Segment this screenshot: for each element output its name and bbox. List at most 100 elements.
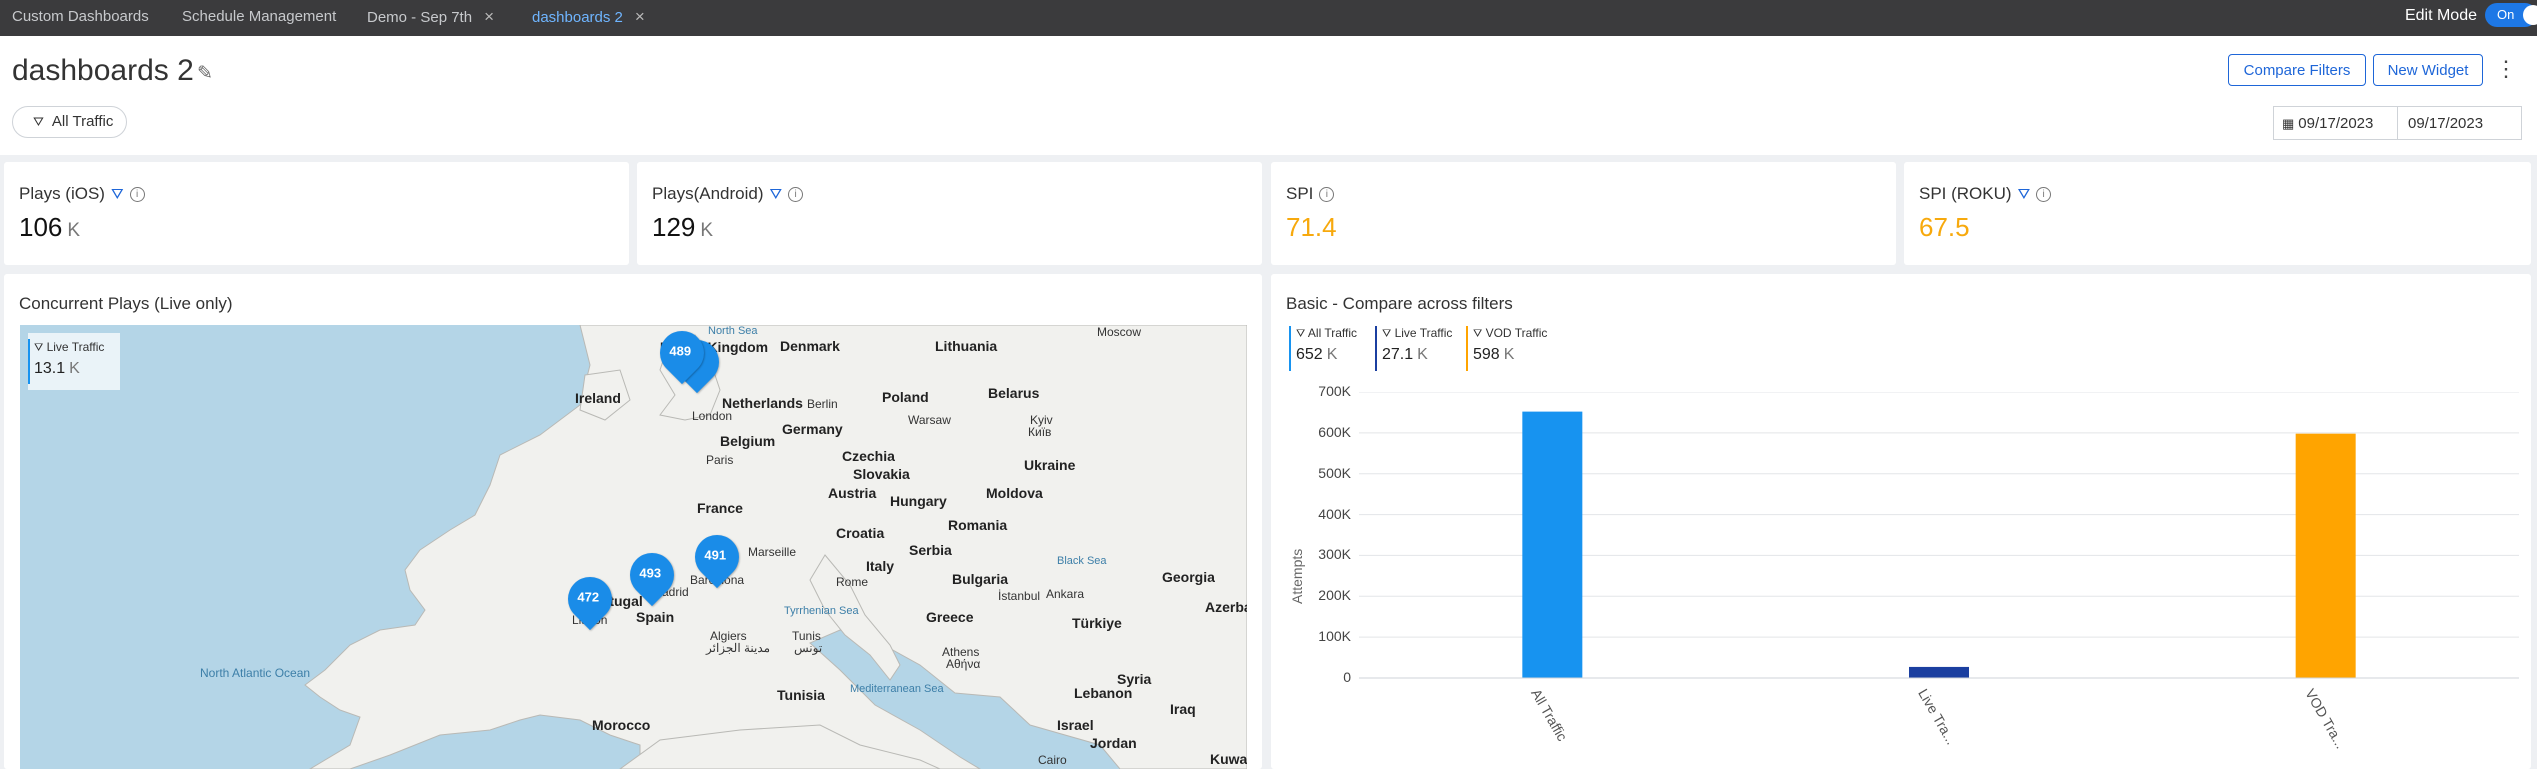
filter-chip[interactable]: ⛛ All Traffic [12, 106, 127, 138]
country-label: Italy [866, 558, 895, 574]
legend-label: Live Traffic [46, 340, 105, 354]
filter-funnel-icon[interactable]: ⛛ [2018, 186, 2031, 203]
toggle-knob [2523, 5, 2537, 25]
y-tick-label: 400K [1318, 505, 1351, 522]
info-icon[interactable]: i [129, 187, 145, 202]
legend-color-bar [1375, 326, 1377, 371]
kpi-value: 67.5 [1919, 212, 1970, 242]
filter-funnel-icon[interactable]: ⛛ [770, 186, 783, 203]
date-start-value: 09/17/2023 [2298, 115, 2374, 132]
page-title: dashboards 2 [12, 54, 194, 87]
y-tick-label: 0 [1343, 669, 1351, 685]
kpi-card-plays-android: Plays(Android) ⛛ i 129 K [637, 162, 1262, 265]
country-label: Germany [782, 421, 843, 437]
date-end-value: 09/17/2023 [2408, 115, 2484, 132]
legend-unit: K [69, 360, 80, 377]
legend-unit: K [1326, 346, 1338, 363]
y-tick-label: 300K [1318, 546, 1351, 563]
country-label: Belarus [988, 385, 1040, 401]
legend-value: 13.1 [34, 360, 66, 377]
legend-value: 27.1 [1382, 346, 1414, 363]
kpi-value-row: 71.4 [1286, 212, 1337, 243]
bar[interactable] [1522, 411, 1583, 678]
kpi-label: SPI (ROKU) [1919, 184, 2012, 203]
funnel-icon: ⛛ [1473, 328, 1483, 340]
legend-label: All Traffic [1307, 326, 1358, 340]
y-tick-label: 100K [1318, 628, 1351, 645]
close-icon[interactable]: × [484, 7, 494, 26]
y-tick-label: 500K [1318, 464, 1351, 481]
bar[interactable] [1909, 666, 1969, 678]
tab-schedule-management[interactable]: Schedule Management [182, 0, 336, 36]
date-end-field[interactable]: 09/17/2023 [2397, 106, 2522, 140]
legend-value-row: 13.1 K [34, 360, 80, 378]
country-label: Jordan [1090, 735, 1137, 751]
close-icon[interactable]: × [635, 7, 645, 26]
chart-widget-title: Basic - Compare across filters [1286, 294, 1513, 313]
legend-item[interactable]: ⛛ VOD Traffic [1473, 326, 1547, 341]
tab-label: Custom Dashboards [12, 8, 149, 25]
kpi-label-row: SPI (ROKU) ⛛ i [1919, 184, 2052, 204]
tab-dashboards-2[interactable]: dashboards 2 × [532, 0, 645, 36]
bar-chart-widget: Basic - Compare across filters ⛛ All Tra… [1271, 274, 2531, 769]
city-label: Berlin [807, 397, 838, 411]
x-tick-label: Live Tra... [1915, 686, 1960, 748]
info-icon[interactable]: i [788, 187, 804, 202]
legend-unit: K [1503, 346, 1515, 363]
info-icon[interactable]: i [2036, 187, 2052, 202]
funnel-icon: ⛛ [33, 114, 44, 129]
country-label: Greece [926, 609, 974, 625]
country-label: Iraq [1170, 701, 1196, 717]
kpi-value-row: 129 K [652, 212, 713, 243]
country-label: Tunisia [777, 687, 825, 703]
y-tick-label: 600K [1318, 423, 1351, 440]
dashboard-header: dashboards 2 ✎ Compare Filters New Widge… [0, 36, 2537, 155]
country-label: Poland [882, 389, 929, 405]
more-options-icon[interactable]: ⋮ [2495, 56, 2517, 82]
funnel-icon: ⛛ [34, 342, 44, 354]
legend-label: VOD Traffic [1485, 326, 1548, 340]
city-label: تونس [794, 641, 823, 655]
tab-demo-sep-7th[interactable]: Demo - Sep 7th × [367, 0, 494, 36]
country-label: Belgium [720, 433, 776, 449]
country-label: Spain [636, 609, 675, 625]
kpi-label: Plays(Android) [652, 184, 764, 203]
kpi-label: SPI [1286, 184, 1314, 203]
legend-item[interactable]: ⛛ All Traffic [1296, 326, 1357, 341]
new-widget-button[interactable]: New Widget [2373, 54, 2483, 86]
cluster-count: 489 [669, 343, 692, 359]
country-label: Austria [828, 485, 877, 501]
legend-color-bar [1289, 326, 1291, 371]
map-canvas[interactable]: United Kingdom Ireland Denmark Lithuania… [20, 325, 1247, 769]
country-label: Moldova [986, 485, 1043, 501]
tab-custom-dashboards[interactable]: Custom Dashboards [12, 0, 149, 36]
kpi-unit: K [67, 220, 81, 241]
x-tick-label: VOD Tra... [2301, 686, 2349, 752]
kpi-value-row: 106 K [19, 212, 80, 243]
tab-bar: Custom Dashboards Schedule Management De… [0, 0, 2537, 36]
city-label: Warsaw [908, 413, 951, 427]
filter-funnel-icon[interactable]: ⛛ [111, 186, 124, 203]
map-land [304, 325, 1247, 769]
legend-value-row: 652 K [1296, 346, 1337, 364]
kpi-label-row: SPI i [1286, 184, 1335, 204]
country-label: France [697, 500, 743, 516]
chart-plot-area [1359, 392, 2519, 679]
kpi-card-spi: SPI i 71.4 [1271, 162, 1896, 265]
date-start-field[interactable]: ▦ 09/17/2023 [2273, 106, 2398, 140]
city-label: Rome [836, 575, 869, 589]
country-label: Serbia [909, 542, 952, 558]
edit-mode-toggle[interactable]: On [2485, 3, 2537, 27]
info-icon[interactable]: i [1319, 187, 1335, 202]
edit-title-pencil-icon[interactable]: ✎ [197, 62, 213, 85]
legend-value-row: 27.1 K [1382, 346, 1428, 364]
sea-label: Black Sea [1057, 555, 1107, 567]
city-label: Αθήνα [946, 657, 981, 671]
toggle-label: On [2497, 7, 2515, 22]
legend-item[interactable]: ⛛ Live Traffic [1382, 326, 1452, 341]
funnel-icon: ⛛ [1296, 328, 1306, 340]
country-label: Ireland [575, 390, 621, 406]
compare-filters-button[interactable]: Compare Filters [2228, 54, 2366, 86]
cluster-count: 472 [577, 589, 600, 605]
bar[interactable] [2295, 433, 2356, 678]
